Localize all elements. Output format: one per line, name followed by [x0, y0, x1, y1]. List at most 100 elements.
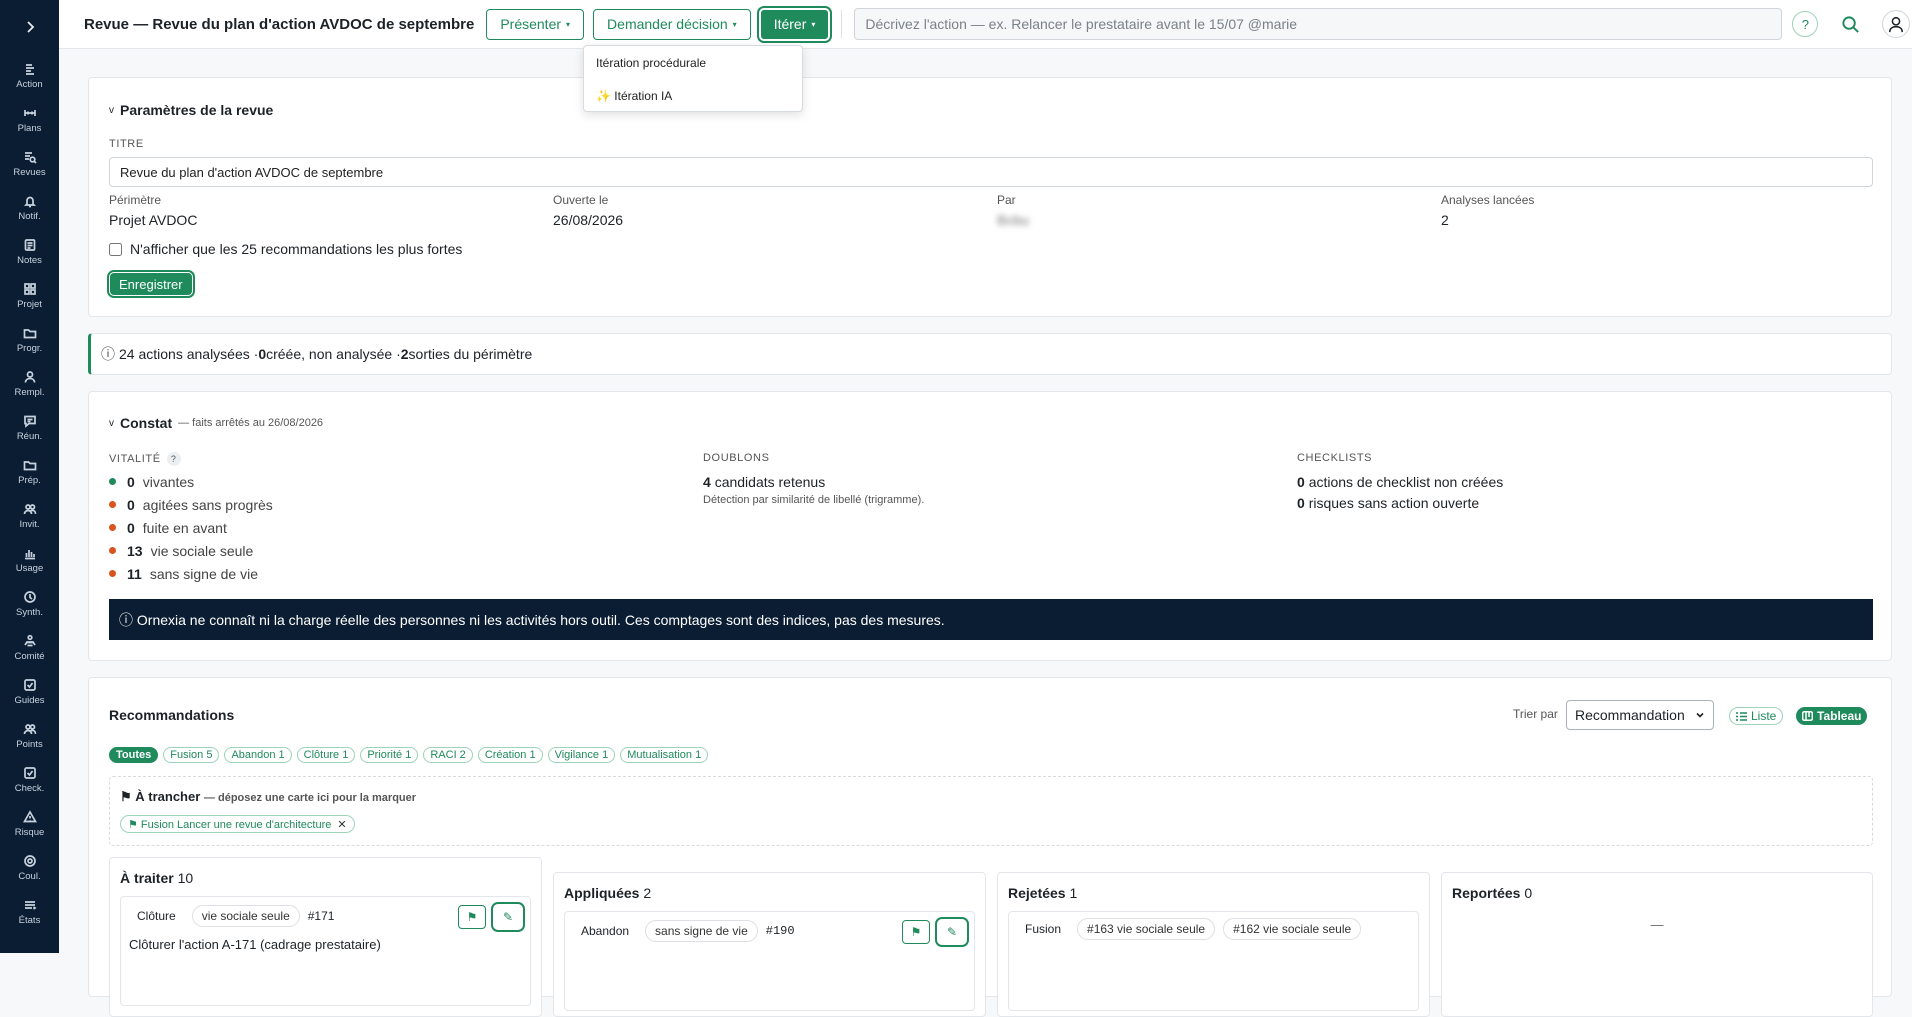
param-label: Ouverte le — [553, 193, 609, 207]
revues-icon — [24, 152, 37, 164]
request-decision-label: Demander décision — [607, 16, 728, 32]
sidebar-item-risque[interactable]: Risque — [0, 802, 59, 846]
sidebar-item-notes[interactable]: Notes — [0, 230, 59, 274]
top-recos-checkbox-row[interactable]: N'afficher que les 25 recommandations le… — [109, 241, 462, 257]
filter-chip[interactable]: Création 1 — [477, 747, 543, 763]
checklist-count: 0 — [1297, 495, 1305, 511]
toolbar-divider — [841, 10, 843, 38]
filter-chip[interactable]: Fusion 5 — [163, 747, 220, 763]
collapse-toggle[interactable]: v — [109, 418, 114, 429]
chevron-right-icon[interactable] — [0, 0, 59, 54]
filter-chip[interactable]: Mutualisation 1 — [620, 747, 709, 763]
sidebar-item-réun[interactable]: Réun. — [0, 406, 59, 450]
sidebar-item-label: Rempl. — [14, 387, 45, 398]
filter-chip[interactable]: Vigilance 1 — [547, 747, 616, 763]
sidebar-item-notif[interactable]: Notif. — [0, 186, 59, 230]
sidebar-item-comité[interactable]: Comité — [0, 626, 59, 670]
filter-chip[interactable]: Priorité 1 — [360, 747, 419, 763]
sidebar-item-check[interactable]: Check. — [0, 758, 59, 802]
constat-heading: Constat — [120, 415, 173, 431]
present-button[interactable]: Présenter ▾ — [486, 8, 585, 40]
collapse-toggle[interactable]: v — [109, 105, 114, 116]
filter-chip[interactable]: RACI 2 — [423, 747, 473, 763]
notes-icon — [24, 239, 35, 251]
sidebar-item-synth[interactable]: Synth. — [0, 582, 59, 626]
recos-heading: Recommandations — [109, 707, 235, 723]
info-icon: ⓘ — [101, 346, 115, 362]
reco-ref: #171 — [307, 909, 335, 923]
flag-button[interactable]: ⚑ — [458, 905, 486, 929]
help-icon[interactable]: ? — [1792, 11, 1819, 37]
edit-button[interactable]: ✎ — [491, 902, 525, 932]
iterate-menu: Itération procédurale ✨ Itération IA — [583, 45, 803, 112]
menu-item-ai[interactable]: ✨ Itération IA — [584, 79, 802, 112]
column-title: Appliquées 2 — [554, 873, 985, 913]
status-dot — [109, 524, 116, 531]
chevron-down-icon: ▾ — [811, 19, 816, 29]
filter-chip[interactable]: Abandon 1 — [224, 747, 292, 763]
edit-button[interactable]: ✎ — [935, 917, 969, 947]
plans-icon — [23, 110, 36, 116]
column-name: À traiter — [120, 870, 174, 886]
request-decision-button[interactable]: Demander décision ▾ — [593, 8, 751, 40]
checklist-label: actions de checklist non créées — [1308, 474, 1504, 490]
reco-card[interactable]: Fusion #163 vie sociale seule #162 vie s… — [1008, 911, 1419, 1011]
summary-out-count: 2 — [400, 346, 409, 362]
chevron-down-icon: ▾ — [566, 19, 571, 29]
sidebar-item-guides[interactable]: Guides — [0, 670, 59, 714]
main-content: v Paramètres de la revue TITRE Périmètre… — [88, 77, 1892, 1017]
action-icon — [25, 64, 34, 75]
sidebar-item-rempl[interactable]: Rempl. — [0, 362, 59, 406]
sidebar-item-invit[interactable]: Invit. — [0, 494, 59, 538]
help-icon[interactable]: ? — [166, 452, 181, 466]
check-square-icon — [23, 767, 36, 779]
sidebar-item-action[interactable]: Action — [0, 54, 59, 98]
list-view-button[interactable]: Liste — [1729, 707, 1784, 725]
sidebar-item-états[interactable]: États — [0, 890, 59, 934]
filter-chip[interactable]: Clôture 1 — [296, 747, 356, 763]
sidebar-item-progr[interactable]: Progr. — [0, 318, 59, 362]
status-dot — [109, 478, 116, 485]
decide-dropzone[interactable]: ⚑ À trancher — déposez une carte ici pou… — [109, 776, 1873, 846]
column-count: 2 — [643, 885, 652, 901]
vitality-label: vivantes — [142, 473, 195, 490]
column-postponed: Reportées 0 — — [1441, 872, 1873, 1017]
sidebar-item-revues[interactable]: Revues — [0, 142, 59, 186]
present-label: Présenter — [500, 16, 562, 32]
sidebar-item-plans[interactable]: Plans — [0, 98, 59, 142]
reco-card[interactable]: Clôture vie sociale seule #171 ⚑ ✎ Clôtu… — [120, 896, 531, 1006]
sidebar-item-prép[interactable]: Prép. — [0, 450, 59, 494]
filter-chip[interactable]: Toutes — [109, 747, 159, 763]
column-name: Reportées — [1452, 885, 1521, 901]
flag-button[interactable]: ⚑ — [902, 920, 930, 944]
sidebar-item-points[interactable]: Points — [0, 714, 59, 758]
reco-tag: #162 vie sociale seule — [1223, 918, 1362, 940]
summary-analysed: 24 actions analysées · — [119, 346, 259, 362]
top-recos-checkbox[interactable] — [109, 242, 122, 256]
search-icon[interactable] — [1838, 12, 1862, 36]
column-title: À traiter 10 — [110, 858, 541, 898]
sidebar-item-usage[interactable]: Usage — [0, 538, 59, 582]
duplicates-text: candidats retenus — [714, 474, 826, 490]
reco-text: Clôturer l'action A-171 (cadrage prestat… — [129, 937, 381, 952]
avatar[interactable] — [1882, 10, 1911, 38]
command-input[interactable] — [854, 8, 1783, 40]
list-view-label: Liste — [1751, 709, 1777, 723]
iterate-button[interactable]: Itérer ▾ — [756, 5, 833, 43]
sidebar-item-coul[interactable]: Coul. — [0, 846, 59, 890]
param-field: Périmètre Projet AVDOC — [109, 193, 197, 228]
board-view-button[interactable]: Tableau — [1796, 707, 1868, 725]
summary-created-text: créée, non analysée · — [266, 346, 401, 362]
close-icon[interactable]: ✕ — [337, 818, 346, 831]
decide-chip[interactable]: ⚑ Fusion Lancer une revue d'architecture… — [120, 815, 355, 833]
menu-item-procedural[interactable]: Itération procédurale — [584, 46, 802, 79]
sidebar-item-label: Risque — [14, 827, 45, 838]
status-dot — [109, 570, 116, 577]
sidebar-item-projet[interactable]: Projet — [0, 274, 59, 318]
save-button[interactable]: Enregistrer — [107, 270, 195, 298]
reco-ref: #190 — [765, 924, 795, 938]
sort-select[interactable]: Recommandation — [1566, 700, 1714, 730]
param-value: 2 — [1441, 212, 1449, 228]
title-input[interactable] — [109, 157, 1873, 187]
reco-card[interactable]: Abandon sans signe de vie #190 ⚑ ✎ — [564, 911, 975, 1011]
